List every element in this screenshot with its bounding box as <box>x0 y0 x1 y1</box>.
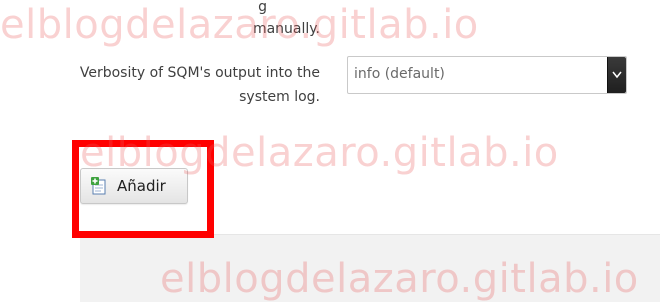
footer-panel <box>80 234 660 302</box>
verbosity-label: Verbosity of SQM's output into the syste… <box>79 65 320 105</box>
highlight-annotation <box>72 140 214 238</box>
page: g manually. Verbosity of SQM's output in… <box>0 0 660 302</box>
previous-field-label: g manually. <box>40 0 320 40</box>
verbosity-select-value: info (default) <box>354 66 445 82</box>
chevron-down-icon[interactable] <box>607 57 626 93</box>
cut-label-manually: manually. <box>252 21 320 37</box>
verbosity-select[interactable]: info (default) <box>347 56 627 94</box>
cut-descender: g <box>258 0 267 15</box>
